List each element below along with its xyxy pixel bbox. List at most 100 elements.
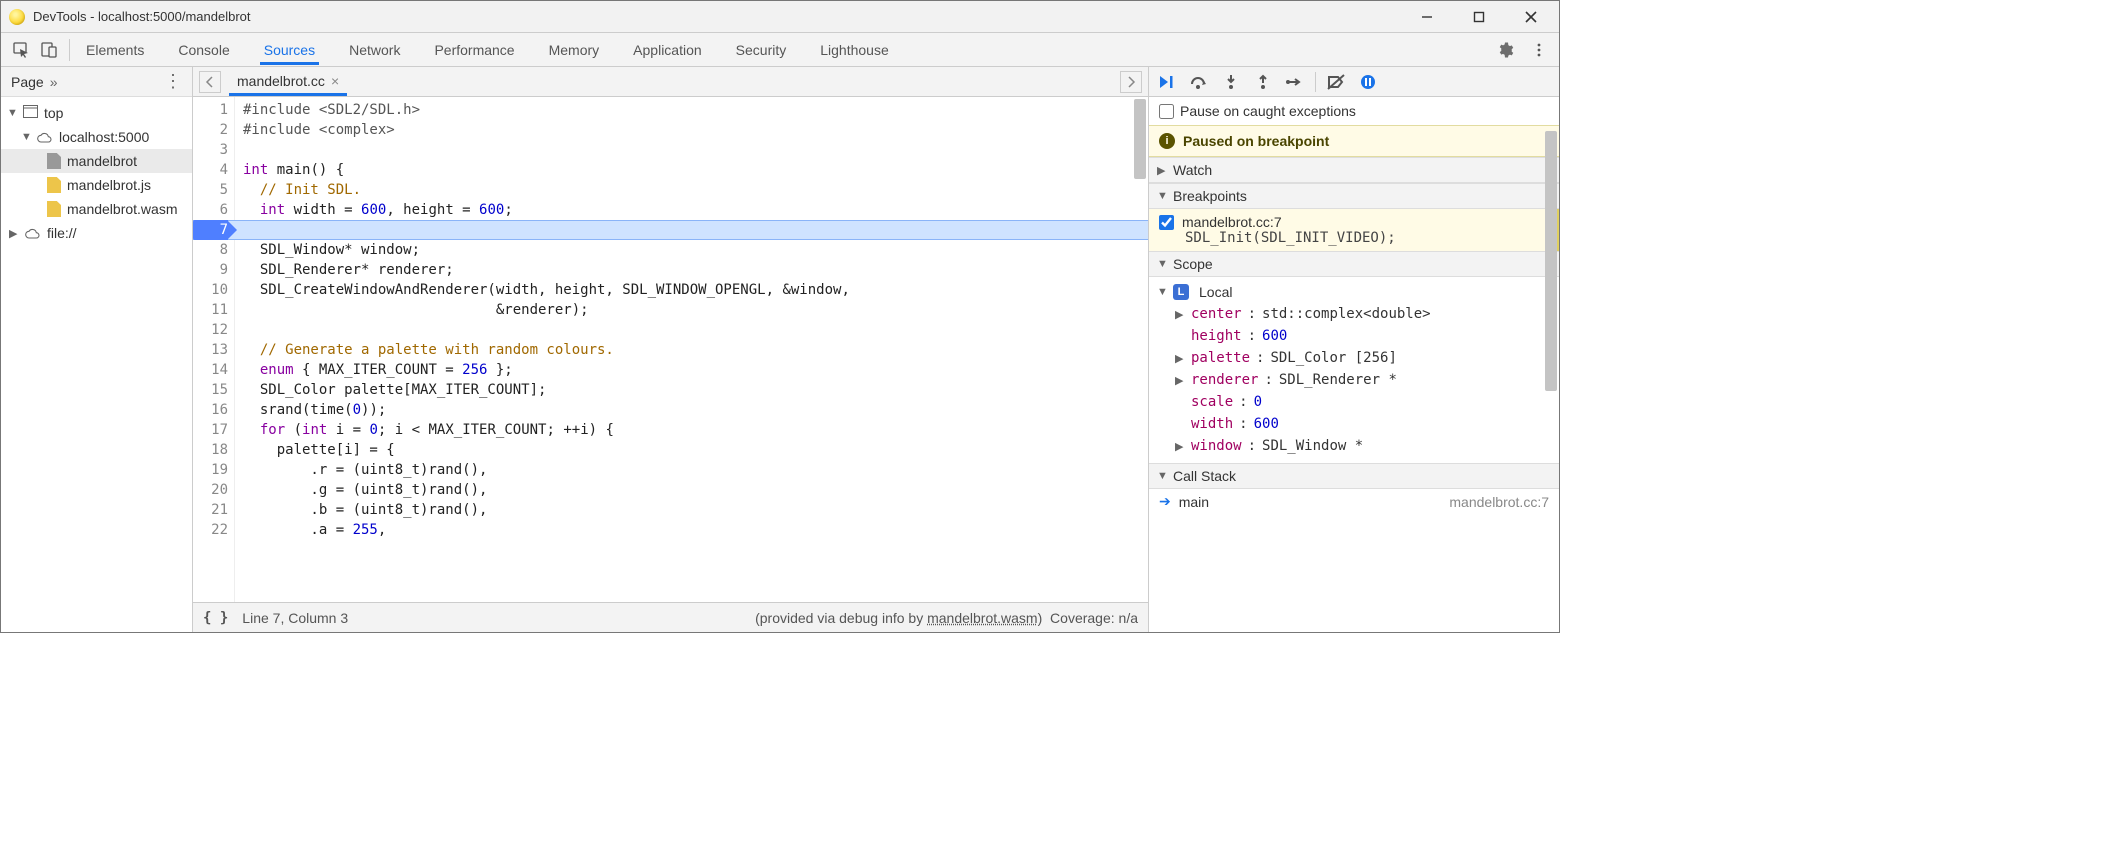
scope-variable[interactable]: scale: 0 [1157, 391, 1553, 413]
line-number[interactable]: 14 [193, 360, 228, 380]
line-number[interactable]: 17 [193, 420, 228, 440]
tab-memory[interactable]: Memory [545, 35, 604, 65]
scope-variable[interactable]: ▶palette: SDL_Color [256] [1157, 347, 1553, 369]
close-button[interactable] [1517, 5, 1545, 29]
resume-button[interactable] [1155, 70, 1179, 94]
scope-variable[interactable]: ▶renderer: SDL_Renderer * [1157, 369, 1553, 391]
code-line[interactable] [243, 140, 1140, 160]
line-number[interactable]: 10 [193, 280, 228, 300]
editor-nav-back-icon[interactable] [199, 71, 221, 93]
scope-variable[interactable]: width: 600 [1157, 413, 1553, 435]
line-number[interactable]: 22 [193, 520, 228, 540]
tree-file-mandelbrot-js[interactable]: mandelbrot.js [1, 173, 192, 197]
breakpoint-checkbox[interactable] [1159, 215, 1174, 230]
code-line[interactable]: #include <complex> [243, 120, 1140, 140]
scope-variable[interactable]: ▶center: std::complex<double> [1157, 303, 1553, 325]
tab-security[interactable]: Security [732, 35, 791, 65]
code-line[interactable]: .b = (uint8_t)rand(), [243, 500, 1140, 520]
line-number[interactable]: 6 [193, 200, 228, 220]
line-number[interactable]: 12 [193, 320, 228, 340]
code-line[interactable]: .a = 255, [243, 520, 1140, 540]
callstack-frame[interactable]: ➔ main mandelbrot.cc:7 [1149, 489, 1559, 514]
tab-performance[interactable]: Performance [430, 35, 518, 65]
sidebar-more-icon[interactable]: ⋮ [164, 71, 182, 92]
line-number[interactable]: 21 [193, 500, 228, 520]
editor-scrollbar[interactable] [1132, 97, 1148, 602]
pause-caught-exceptions-row[interactable]: Pause on caught exceptions [1149, 97, 1559, 125]
code-editor[interactable]: 12345678910111213141516171819202122 #inc… [193, 97, 1148, 602]
line-number[interactable]: 1 [193, 100, 228, 120]
code-line[interactable]: palette[i] = { [243, 440, 1140, 460]
line-number[interactable]: 18 [193, 440, 228, 460]
sidebar-panel-label[interactable]: Page [11, 74, 44, 90]
tree-top[interactable]: ▼ top [1, 101, 192, 125]
breakpoint-item[interactable]: mandelbrot.cc:7 SDL_Init(SDL_INIT_VIDEO)… [1149, 209, 1559, 251]
watch-section-header[interactable]: ▶Watch [1149, 157, 1559, 183]
debug-info-link[interactable]: mandelbrot.wasm [927, 610, 1038, 626]
code-line[interactable]: #include <SDL2/SDL.h> [243, 100, 1140, 120]
code-line[interactable]: srand(time(0)); [243, 400, 1140, 420]
scope-local-row[interactable]: ▼L Local [1157, 281, 1553, 303]
tab-application[interactable]: Application [629, 35, 706, 65]
scope-variable[interactable]: ▶window: SDL_Window * [1157, 435, 1553, 457]
tree-file-mandelbrot[interactable]: mandelbrot [1, 149, 192, 173]
chevron-right-icon[interactable]: » [50, 74, 58, 90]
editor-tab-mandelbrot-cc[interactable]: mandelbrot.cc × [229, 68, 347, 96]
line-number[interactable]: 8 [193, 240, 228, 260]
deactivate-breakpoints-button[interactable] [1324, 70, 1348, 94]
code-line[interactable]: for (int i = 0; i < MAX_ITER_COUNT; ++i)… [243, 420, 1140, 440]
tree-file-origin[interactable]: ▶ file:// [1, 221, 192, 245]
line-number[interactable]: 2 [193, 120, 228, 140]
code-line[interactable]: SDL_CreateWindowAndRenderer(width, heigh… [243, 280, 1140, 300]
step-out-button[interactable] [1251, 70, 1275, 94]
code-line[interactable]: SDL_Window* window; [243, 240, 1140, 260]
step-button[interactable] [1283, 70, 1307, 94]
line-number[interactable]: 9 [193, 260, 228, 280]
debugger-scrollbar[interactable] [1543, 97, 1559, 632]
step-into-button[interactable] [1219, 70, 1243, 94]
scope-variable[interactable]: height: 600 [1157, 325, 1553, 347]
breakpoints-section-header[interactable]: ▼Breakpoints [1149, 183, 1559, 209]
code-line[interactable]: SDL_Color palette[MAX_ITER_COUNT]; [243, 380, 1140, 400]
scrollbar-thumb[interactable] [1545, 131, 1557, 391]
line-number[interactable]: 7 [193, 220, 228, 240]
code-line[interactable]: .g = (uint8_t)rand(), [243, 480, 1140, 500]
code-line[interactable]: // Init SDL. [243, 180, 1140, 200]
close-tab-icon[interactable]: × [331, 73, 339, 89]
settings-gear-icon[interactable] [1491, 36, 1519, 64]
line-number[interactable]: 5 [193, 180, 228, 200]
step-over-button[interactable] [1187, 70, 1211, 94]
line-number[interactable]: 20 [193, 480, 228, 500]
line-number[interactable]: 3 [193, 140, 228, 160]
pause-on-exceptions-button[interactable] [1356, 70, 1380, 94]
inspect-element-icon[interactable] [7, 36, 35, 64]
tab-sources[interactable]: Sources [260, 35, 319, 65]
line-number[interactable]: 16 [193, 400, 228, 420]
tree-origin[interactable]: ▼ localhost:5000 [1, 125, 192, 149]
minimize-button[interactable] [1413, 5, 1441, 29]
line-number[interactable]: 15 [193, 380, 228, 400]
tab-console[interactable]: Console [174, 35, 233, 65]
line-number[interactable]: 11 [193, 300, 228, 320]
callstack-section-header[interactable]: ▼Call Stack [1149, 463, 1559, 489]
code-line[interactable]: .r = (uint8_t)rand(), [243, 460, 1140, 480]
code-line[interactable]: // Generate a palette with random colour… [243, 340, 1140, 360]
line-number[interactable]: 4 [193, 160, 228, 180]
code-content[interactable]: #include <SDL2/SDL.h>#include <complex> i… [235, 97, 1148, 602]
editor-nav-forward-icon[interactable] [1120, 71, 1142, 93]
maximize-button[interactable] [1465, 5, 1493, 29]
scope-section-header[interactable]: ▼Scope [1149, 251, 1559, 277]
code-line[interactable]: enum { MAX_ITER_COUNT = 256 }; [243, 360, 1140, 380]
line-number-gutter[interactable]: 12345678910111213141516171819202122 [193, 97, 235, 602]
line-number[interactable]: 13 [193, 340, 228, 360]
line-number[interactable]: 19 [193, 460, 228, 480]
pretty-print-icon[interactable]: { } [203, 610, 228, 626]
more-menu-icon[interactable] [1525, 36, 1553, 64]
code-line[interactable]: SDL_Renderer* renderer; [243, 260, 1140, 280]
code-line[interactable]: SDL_Init(SDL_INIT_VIDEO); [243, 220, 1140, 240]
tab-lighthouse[interactable]: Lighthouse [816, 35, 893, 65]
device-toolbar-icon[interactable] [35, 36, 63, 64]
code-line[interactable]: &renderer); [243, 300, 1140, 320]
code-line[interactable]: int width = 600, height = 600; [243, 200, 1140, 220]
pause-caught-checkbox[interactable] [1159, 104, 1174, 119]
